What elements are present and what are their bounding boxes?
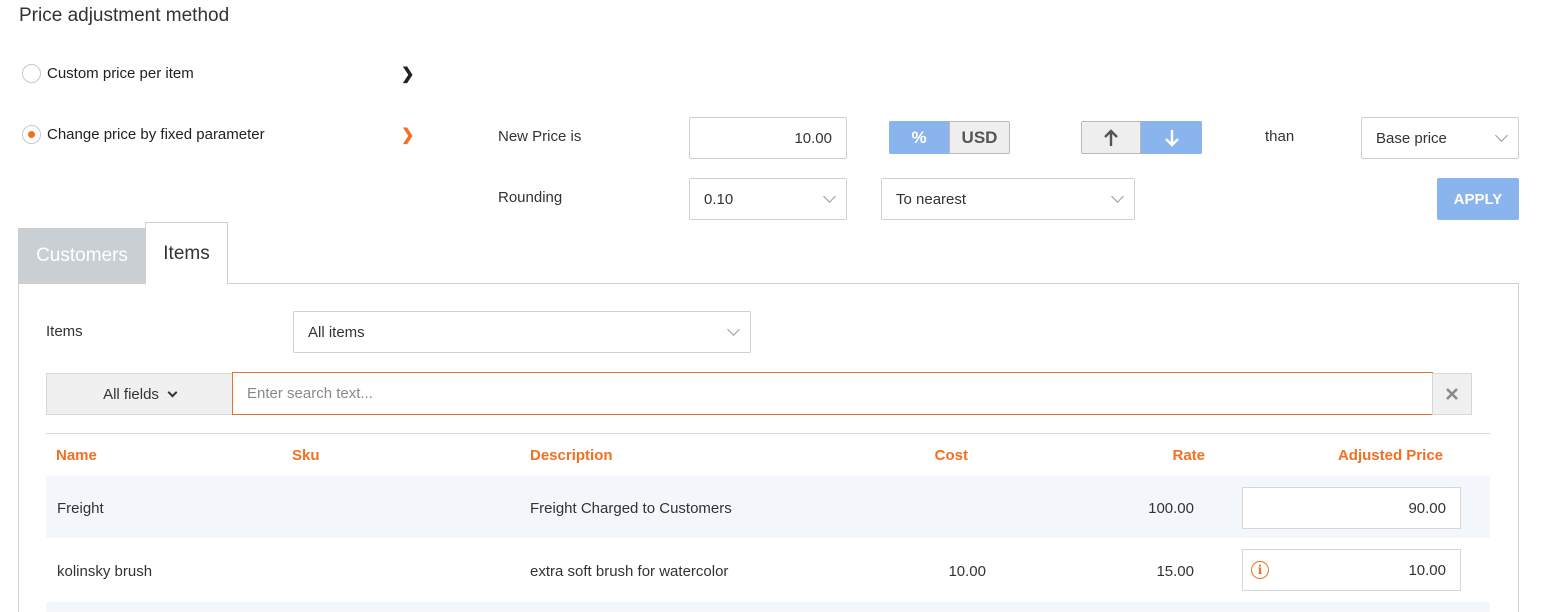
percent-toggle-button[interactable]: % xyxy=(889,121,949,154)
row-cost: 10.00 xyxy=(948,563,986,580)
method-fixed-parameter[interactable]: Change price by fixed parameter xyxy=(22,125,265,144)
column-header-rate[interactable]: Rate xyxy=(1105,447,1205,464)
clear-search-button[interactable] xyxy=(1432,373,1472,415)
usd-toggle-button[interactable]: USD xyxy=(949,121,1010,154)
base-price-value: Base price xyxy=(1376,129,1447,147)
adjusted-price-value: 90.00 xyxy=(1408,499,1446,517)
row-rate: 15.00 xyxy=(1156,563,1194,580)
search-input[interactable] xyxy=(232,372,1433,415)
new-price-label: New Price is xyxy=(498,128,582,145)
rounding-mode-select[interactable]: To nearest xyxy=(881,178,1135,220)
search-field-label: All fields xyxy=(103,385,159,403)
arrow-up-button[interactable] xyxy=(1081,121,1141,154)
column-header-name[interactable]: Name xyxy=(56,447,97,464)
apply-button[interactable]: APPLY xyxy=(1437,178,1519,220)
items-filter-value: All items xyxy=(308,323,365,341)
column-header-cost[interactable]: Cost xyxy=(868,447,968,464)
info-icon[interactable]: i xyxy=(1251,561,1269,579)
search-field-dropdown[interactable]: All fields xyxy=(46,373,233,415)
rounding-select[interactable]: 0.10 xyxy=(689,178,847,220)
tab-customers[interactable]: Customers xyxy=(18,228,146,284)
than-label: than xyxy=(1265,128,1295,145)
rounding-mode-value: To nearest xyxy=(896,190,967,208)
new-price-input[interactable]: 10.00 xyxy=(689,117,847,159)
adjusted-price-value: 10.00 xyxy=(1408,561,1446,579)
method-fixed-parameter-label: Change price by fixed parameter xyxy=(47,126,265,143)
close-icon xyxy=(1446,388,1458,400)
arrow-down-button[interactable] xyxy=(1141,121,1202,154)
table-divider xyxy=(46,433,1490,434)
items-filter-select[interactable]: All items xyxy=(293,311,751,353)
chevron-down-icon xyxy=(1495,129,1508,142)
unit-toggle[interactable]: % USD xyxy=(889,121,1010,154)
arrow-up-icon xyxy=(1104,128,1118,146)
row-name: Freight xyxy=(57,500,104,517)
chevron-down-icon xyxy=(823,190,836,203)
page-title: Price adjustment method xyxy=(19,5,230,26)
new-price-value: 10.00 xyxy=(794,129,832,147)
column-header-adjusted-price[interactable]: Adjusted Price xyxy=(1293,447,1443,464)
row-name: kolinsky brush xyxy=(57,563,153,580)
direction-toggle[interactable] xyxy=(1081,121,1202,154)
adjusted-price-input[interactable]: i 10.00 xyxy=(1242,549,1461,591)
method-custom-price-label: Custom price per item xyxy=(47,65,194,82)
chevron-down-icon xyxy=(167,387,178,397)
tab-items[interactable]: Items xyxy=(145,222,228,285)
chevron-right-icon[interactable]: ❯ xyxy=(401,64,414,84)
adjusted-price-input[interactable]: 90.00 xyxy=(1242,487,1461,529)
column-header-description[interactable]: Description xyxy=(530,447,613,464)
radio-custom-price[interactable] xyxy=(22,64,41,83)
radio-fixed-parameter[interactable] xyxy=(22,125,41,144)
column-header-sku[interactable]: Sku xyxy=(292,447,320,464)
rounding-label: Rounding xyxy=(498,189,563,206)
base-price-select[interactable]: Base price xyxy=(1361,117,1519,159)
arrow-down-icon xyxy=(1164,129,1179,147)
row-rate: 100.00 xyxy=(1148,500,1194,517)
row-description: Freight Charged to Customers xyxy=(530,500,732,517)
row-description: extra soft brush for watercolor xyxy=(530,563,729,580)
items-filter-label: Items xyxy=(46,323,83,340)
method-custom-price[interactable]: Custom price per item xyxy=(22,64,194,83)
table-row[interactable] xyxy=(46,602,1490,612)
chevron-right-icon[interactable]: ❯ xyxy=(401,125,414,145)
chevron-down-icon xyxy=(727,323,740,336)
chevron-down-icon xyxy=(1111,190,1124,203)
rounding-value: 0.10 xyxy=(704,190,734,208)
